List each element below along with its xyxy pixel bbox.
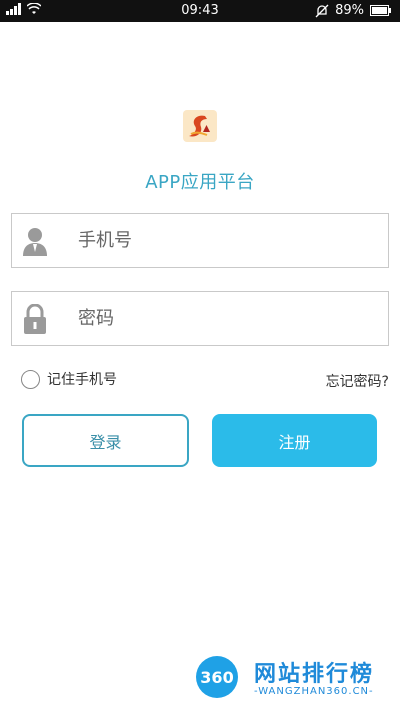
app-logo-icon: [183, 110, 217, 142]
phone-field: [11, 213, 389, 268]
remember-phone-label: 记住手机号: [47, 372, 117, 388]
user-icon: [23, 228, 47, 256]
password-input[interactable]: [78, 292, 378, 345]
login-screen: 09:43 89% APP应用平台 手机号 记住手机号 忘记密码? 登录 注册 …: [0, 0, 400, 711]
radio-circle-icon[interactable]: [21, 369, 40, 389]
watermark-text: 网站排行榜: [254, 662, 375, 687]
battery-percent: 89%: [335, 3, 364, 18]
password-field: [11, 291, 389, 346]
phone-input[interactable]: [78, 214, 378, 267]
watermark-subtext: -WANGZHAN360.CN-: [254, 686, 374, 697]
status-bar: 09:43 89%: [0, 0, 400, 22]
battery-icon: [370, 5, 391, 16]
alarm-off-icon: [315, 4, 329, 17]
remember-phone-checkbox[interactable]: 记住手机号: [21, 369, 117, 389]
watermark: 360 网站排行榜 -WANGZHAN360.CN-: [188, 650, 398, 708]
lock-icon: [24, 304, 46, 334]
status-right: 89%: [315, 3, 392, 18]
app-title: APP应用平台: [145, 172, 255, 193]
watermark-360-logo: 360: [196, 656, 238, 698]
login-button[interactable]: 登录: [22, 414, 189, 467]
register-button[interactable]: 注册: [212, 414, 377, 467]
forgot-password-link[interactable]: 忘记密码?: [326, 371, 389, 391]
